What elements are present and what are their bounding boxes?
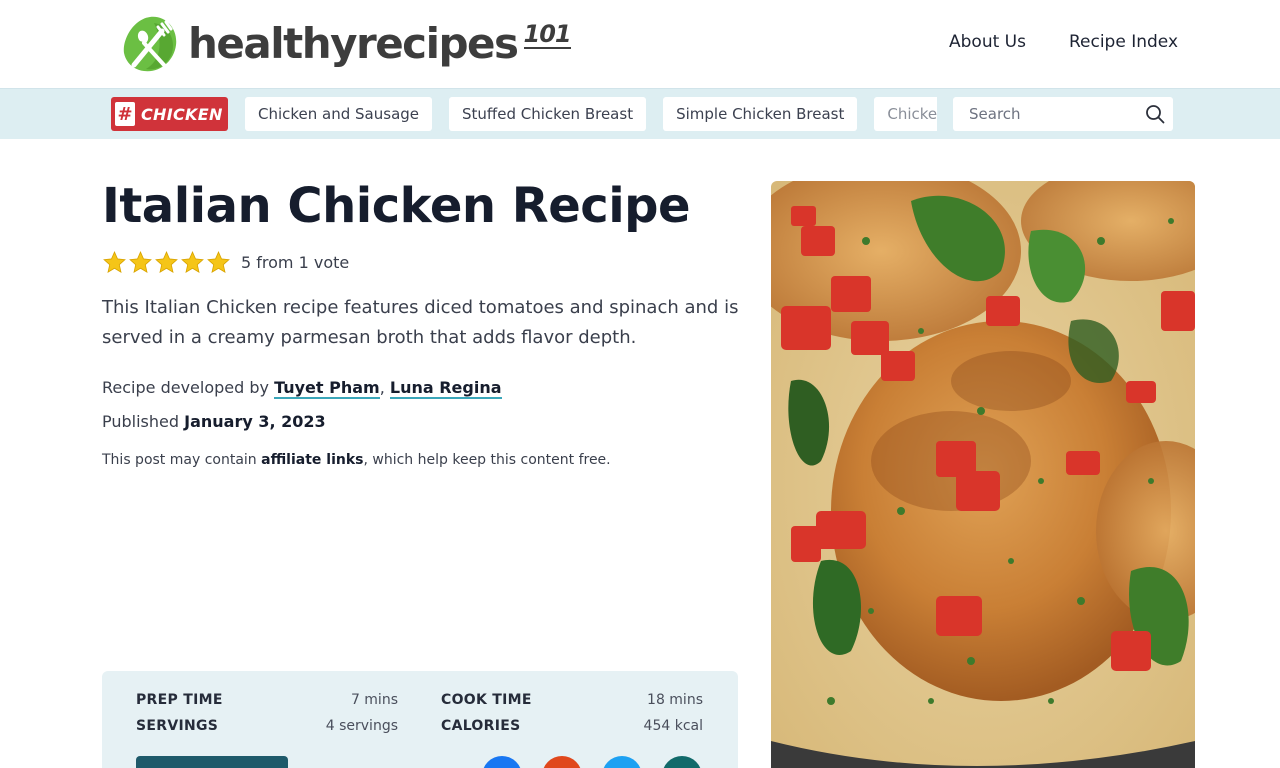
star-icon[interactable] bbox=[128, 250, 153, 275]
star-icon[interactable] bbox=[180, 250, 205, 275]
reddit-share-icon[interactable] bbox=[542, 756, 582, 768]
search-input[interactable] bbox=[969, 105, 1129, 123]
chip-chicken-and-truncated[interactable]: Chicken an bbox=[874, 97, 937, 131]
search-icon[interactable] bbox=[1144, 103, 1166, 125]
rating-text: 5 from 1 vote bbox=[241, 253, 350, 272]
disclaimer-post: , which help keep this content free. bbox=[363, 452, 611, 468]
star-icon[interactable] bbox=[206, 250, 231, 275]
published-date: January 3, 2023 bbox=[184, 412, 326, 431]
twitter-share-icon[interactable] bbox=[602, 756, 642, 768]
site-header: healthyrecipes 101 About Us Recipe Index bbox=[0, 0, 1280, 88]
calories-value: 454 kcal bbox=[643, 718, 703, 734]
jump-to-recipe-button[interactable] bbox=[136, 756, 288, 768]
site-logo[interactable]: healthyrecipes 101 bbox=[120, 12, 572, 76]
nav-about-us[interactable]: About Us bbox=[949, 32, 1026, 52]
published-line: Published January 3, 2023 bbox=[102, 412, 326, 431]
published-prefix: Published bbox=[102, 412, 185, 431]
category-bar: # CHICKEN Chicken and Sausage Stuffed Ch… bbox=[0, 88, 1280, 139]
category-tag-chicken[interactable]: # CHICKEN bbox=[111, 97, 228, 131]
top-nav: About Us Recipe Index bbox=[949, 32, 1178, 52]
star-icon[interactable] bbox=[102, 250, 127, 275]
share-icon[interactable] bbox=[662, 756, 702, 768]
leaf-utensils-icon bbox=[120, 13, 182, 75]
cook-time-value: 18 mins bbox=[647, 692, 703, 708]
recipe-title: Italian Chicken Recipe bbox=[102, 178, 691, 234]
prep-time-value: 7 mins bbox=[350, 692, 398, 708]
affiliate-disclaimer: This post may contain affiliate links, w… bbox=[102, 452, 611, 468]
author-link-1[interactable]: Tuyet Pham bbox=[274, 378, 380, 399]
author-link-2[interactable]: Luna Regina bbox=[389, 378, 502, 399]
search-box bbox=[953, 97, 1173, 131]
hashtag-icon: # bbox=[115, 102, 135, 126]
chip-chicken-and-sausage[interactable]: Chicken and Sausage bbox=[245, 97, 433, 131]
byline: Recipe developed by Tuyet Pham, Luna Reg… bbox=[102, 378, 502, 399]
calories-label: CALORIES bbox=[441, 718, 521, 734]
nav-recipe-index[interactable]: Recipe Index bbox=[1069, 32, 1178, 52]
related-chips: Chicken and Sausage Stuffed Chicken Brea… bbox=[245, 97, 937, 131]
chip-stuffed-chicken-breast[interactable]: Stuffed Chicken Breast bbox=[449, 97, 647, 131]
byline-separator: , bbox=[379, 378, 390, 397]
servings-label: SERVINGS bbox=[136, 718, 219, 734]
recipe-summary: This Italian Chicken recipe features dic… bbox=[102, 297, 739, 348]
star-rating[interactable] bbox=[102, 250, 231, 275]
servings-value: 4 servings bbox=[325, 718, 398, 734]
category-tag-label: CHICKEN bbox=[141, 104, 223, 124]
cook-time-label: COOK TIME bbox=[441, 692, 532, 708]
affiliate-links-text: affiliate links bbox=[261, 452, 364, 468]
recipe-meta-card: PREP TIME 7 mins COOK TIME 18 mins SERVI… bbox=[102, 671, 738, 768]
chip-simple-chicken-breast[interactable]: Simple Chicken Breast bbox=[663, 97, 858, 131]
disclaimer-pre: This post may contain bbox=[102, 452, 262, 468]
star-icon[interactable] bbox=[154, 250, 179, 275]
byline-prefix: Recipe developed by bbox=[102, 378, 275, 397]
logo-superscript: 101 bbox=[523, 20, 572, 50]
facebook-share-icon[interactable] bbox=[482, 756, 522, 768]
recipe-hero-image bbox=[771, 181, 1195, 768]
prep-time-label: PREP TIME bbox=[136, 692, 223, 708]
logo-wordmark: healthyrecipes bbox=[188, 19, 519, 68]
rating: 5 from 1 vote bbox=[102, 250, 349, 275]
